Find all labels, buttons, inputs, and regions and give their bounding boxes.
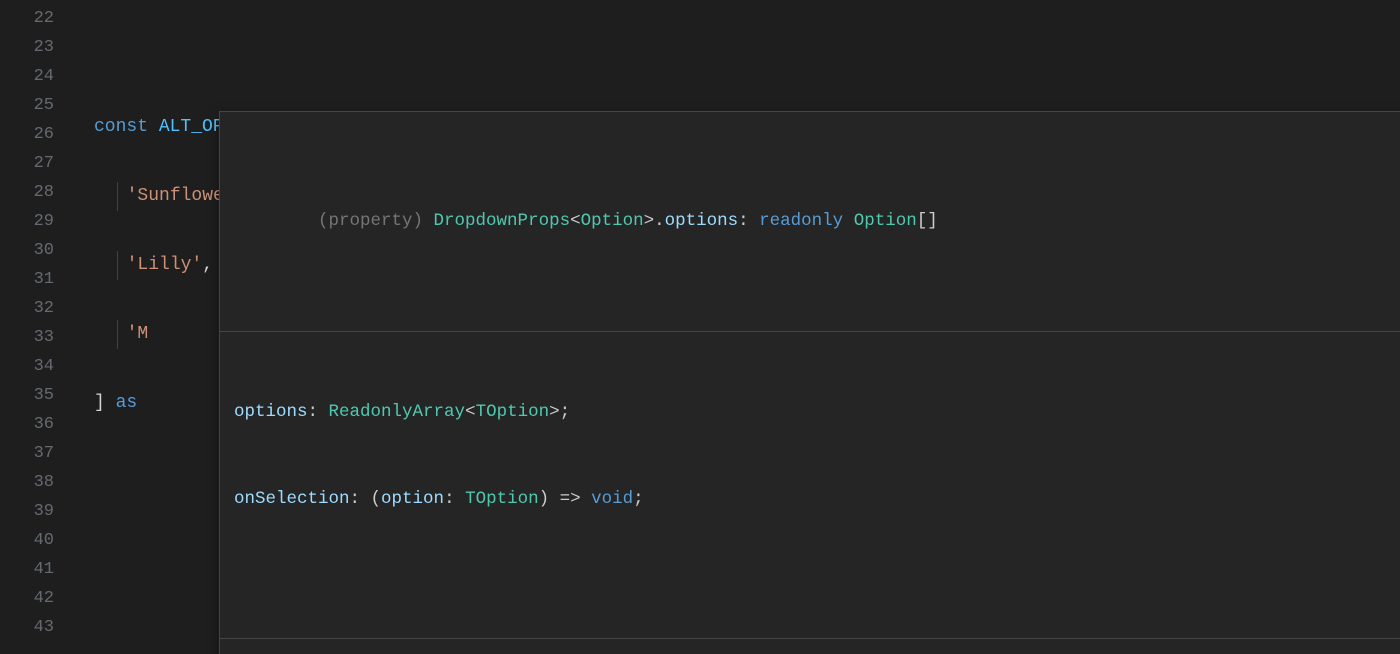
line-number: 29	[0, 207, 72, 236]
code-editor: 22 23 24 25 26 27 28 29 30 31 32 33 34 3…	[0, 0, 1400, 654]
hover-tooltip[interactable]: (property) DropdownProps<Option>.options…	[219, 111, 1400, 654]
line-number: 38	[0, 468, 72, 497]
line-number: 36	[0, 410, 72, 439]
line-number: 22	[0, 4, 72, 33]
code-area[interactable]: const ALT_OPTIONS = [ 'Sunflower', 'Lill…	[72, 0, 1400, 654]
line-number: 42	[0, 584, 72, 613]
line-number: 39	[0, 497, 72, 526]
code-line[interactable]	[94, 44, 1400, 73]
line-number: 43	[0, 613, 72, 642]
line-number: 31	[0, 265, 72, 294]
line-number: 27	[0, 149, 72, 178]
line-number: 32	[0, 294, 72, 323]
line-number: 33	[0, 323, 72, 352]
hover-error-message: Type 'readonly ["Sunflower", "Lilly", "M…	[220, 638, 1400, 654]
line-number: 40	[0, 526, 72, 555]
line-number: 23	[0, 33, 72, 62]
line-number: 41	[0, 555, 72, 584]
line-number: 25	[0, 91, 72, 120]
hover-signature: (property) DropdownProps<Option>.options…	[220, 170, 1400, 273]
line-number: 35	[0, 381, 72, 410]
hover-typedef: options: ReadonlyArray<TOption>; onSelec…	[220, 331, 1400, 580]
line-number: 24	[0, 62, 72, 91]
line-number: 37	[0, 439, 72, 468]
line-number: 34	[0, 352, 72, 381]
line-number: 26	[0, 120, 72, 149]
line-number: 30	[0, 236, 72, 265]
line-number: 28	[0, 178, 72, 207]
line-number-gutter: 22 23 24 25 26 27 28 29 30 31 32 33 34 3…	[0, 0, 72, 654]
